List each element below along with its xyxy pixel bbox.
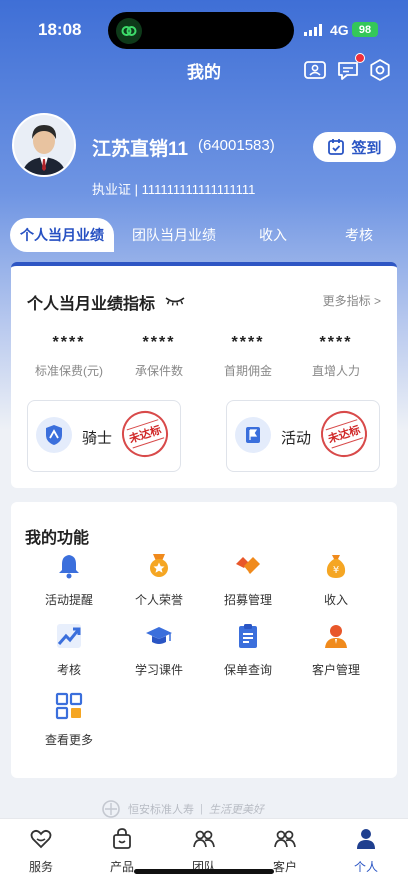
money-bag-icon: ¥ bbox=[326, 555, 346, 578]
performance-tabs: 个人当月业绩 团队当月业绩 收入 考核 bbox=[10, 218, 400, 252]
more-metrics-link[interactable]: 更多指标 > bbox=[323, 292, 381, 309]
avatar-image bbox=[14, 115, 74, 175]
metric-label: 首期佣金 bbox=[223, 364, 272, 378]
link-icon bbox=[116, 18, 142, 44]
function-activity-reminder[interactable]: 活动提醒 bbox=[24, 552, 114, 608]
dynamic-island bbox=[108, 12, 294, 49]
not-reached-stamp: 未达标 bbox=[315, 405, 373, 463]
trend-chart-icon bbox=[57, 624, 81, 648]
function-assessment[interactable]: 考核 bbox=[24, 622, 114, 678]
profile-id: (64001583) bbox=[198, 137, 275, 154]
logo-mark-icon bbox=[102, 800, 120, 818]
my-functions-card: 我的功能 活动提醒 个人荣誉 招募管理 ¥ 收入 考核 学习课件 保单查询 客户… bbox=[11, 502, 397, 778]
contact-card-icon[interactable] bbox=[303, 58, 327, 82]
shopping-bag-icon bbox=[113, 828, 131, 849]
stamp-text: 未达标 bbox=[126, 419, 164, 449]
function-label: 个人荣誉 bbox=[134, 593, 183, 607]
function-income[interactable]: ¥ 收入 bbox=[291, 552, 381, 608]
metric-label: 直增人力 bbox=[311, 364, 360, 378]
metric-label: 标准保费(元) bbox=[35, 364, 103, 378]
company-logo: 恒安标准人寿 | 生活更美好 bbox=[100, 798, 310, 820]
home-indicator bbox=[134, 869, 274, 874]
checkin-button[interactable]: 签到 bbox=[313, 132, 396, 162]
function-personal-honor[interactable]: 个人荣誉 bbox=[114, 552, 204, 608]
status-label: 活动 bbox=[281, 430, 312, 447]
avatar[interactable] bbox=[12, 113, 76, 177]
performance-card: 个人当月业绩指标 更多指标 > **** 标准保费(元) **** 承保件数 *… bbox=[11, 262, 397, 488]
function-recruit-management[interactable]: 招募管理 bbox=[203, 552, 293, 608]
function-customer-management[interactable]: 客户管理 bbox=[291, 622, 381, 678]
logo-text: 恒安标准人寿 bbox=[128, 804, 194, 816]
metric-value: **** bbox=[319, 334, 353, 351]
nav-team[interactable]: 团队 bbox=[174, 827, 234, 875]
logo-divider: | bbox=[200, 803, 203, 815]
customer-icon bbox=[325, 625, 347, 648]
svg-text:¥: ¥ bbox=[333, 565, 339, 576]
function-label: 考核 bbox=[56, 663, 81, 677]
notification-badge bbox=[355, 53, 365, 63]
nav-label: 个人 bbox=[353, 860, 378, 874]
signal-icon bbox=[304, 24, 322, 36]
stamp-text: 未达标 bbox=[325, 419, 363, 449]
knight-shield-icon bbox=[36, 417, 72, 453]
battery-icon: 98 bbox=[352, 22, 378, 37]
eye-closed-icon[interactable] bbox=[165, 296, 185, 306]
function-label: 学习课件 bbox=[134, 663, 183, 677]
tab-income[interactable]: 收入 bbox=[238, 218, 308, 252]
metric-standard-premium[interactable]: **** 标准保费(元) bbox=[24, 334, 114, 379]
performance-title: 个人当月业绩指标 bbox=[27, 296, 156, 313]
tab-team-monthly[interactable]: 团队当月业绩 bbox=[122, 218, 226, 252]
profile-name: 江苏直销11 bbox=[92, 139, 189, 160]
metric-value: **** bbox=[52, 334, 86, 351]
function-label: 查看更多 bbox=[44, 733, 93, 747]
nav-personal[interactable]: 个人 bbox=[336, 827, 396, 875]
flag-icon bbox=[235, 417, 271, 453]
function-label: 保单查询 bbox=[223, 663, 272, 677]
logo-slogan: 生活更美好 bbox=[208, 803, 264, 816]
bell-icon bbox=[59, 555, 79, 579]
medal-icon bbox=[150, 554, 168, 577]
status-time: 18:08 bbox=[38, 20, 82, 39]
metric-policy-count[interactable]: **** 承保件数 bbox=[114, 334, 204, 379]
function-policy-query[interactable]: 保单查询 bbox=[203, 622, 293, 678]
nav-products[interactable]: 产品 bbox=[92, 827, 152, 875]
knight-status-card[interactable]: 骑士 未达标 bbox=[27, 400, 181, 472]
function-label: 收入 bbox=[323, 593, 348, 607]
metric-first-commission[interactable]: **** 首期佣金 bbox=[203, 334, 293, 379]
metric-value: **** bbox=[142, 334, 176, 351]
checkin-label: 签到 bbox=[351, 139, 382, 157]
message-button[interactable] bbox=[336, 53, 365, 82]
function-label: 客户管理 bbox=[311, 663, 360, 677]
license-number: 执业证 | 111111111111111111 bbox=[92, 182, 256, 197]
function-label: 活动提醒 bbox=[44, 593, 93, 607]
metric-value: **** bbox=[231, 334, 265, 351]
nav-customers[interactable]: 客户 bbox=[255, 827, 315, 875]
tab-personal-monthly[interactable]: 个人当月业绩 bbox=[10, 218, 114, 252]
graduation-cap-icon bbox=[146, 627, 172, 644]
metric-direct-recruit[interactable]: **** 直增人力 bbox=[291, 334, 381, 379]
nav-service[interactable]: 服务 bbox=[11, 827, 71, 875]
activity-status-card[interactable]: 活动 未达标 bbox=[226, 400, 380, 472]
heart-hand-icon bbox=[30, 829, 52, 849]
function-learning-course[interactable]: 学习课件 bbox=[114, 622, 204, 678]
network-type: 4G bbox=[330, 22, 349, 38]
settings-icon[interactable] bbox=[368, 58, 392, 82]
function-view-more[interactable]: 查看更多 bbox=[24, 692, 114, 748]
customers-icon bbox=[274, 830, 296, 848]
status-bar: 18:08 4G 98 bbox=[0, 0, 408, 56]
functions-title: 我的功能 bbox=[25, 530, 90, 547]
tab-assessment[interactable]: 考核 bbox=[324, 218, 394, 252]
metric-label: 承保件数 bbox=[134, 364, 183, 378]
nav-label: 服务 bbox=[28, 860, 53, 874]
battery-level: 98 bbox=[358, 23, 372, 36]
function-label: 招募管理 bbox=[223, 593, 272, 607]
not-reached-stamp: 未达标 bbox=[116, 405, 174, 463]
person-icon bbox=[357, 829, 375, 849]
calendar-check-icon bbox=[328, 139, 345, 155]
team-icon bbox=[193, 830, 215, 848]
status-label: 骑士 bbox=[82, 430, 113, 447]
grid-more-icon bbox=[55, 692, 83, 720]
handshake-icon bbox=[236, 557, 260, 574]
clipboard-icon bbox=[239, 624, 257, 648]
